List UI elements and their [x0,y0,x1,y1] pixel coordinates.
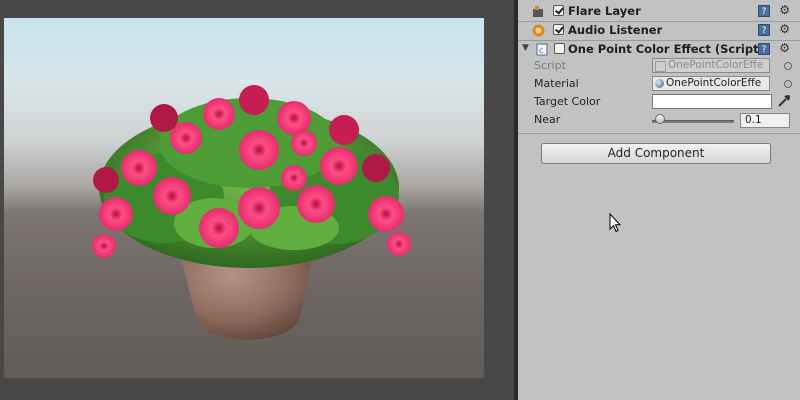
component-title: One Point Color Effect (Script) [568,42,764,56]
script-file-icon [655,61,666,72]
gear-icon[interactable]: ⚙ [779,41,790,55]
divider [518,133,800,134]
component-title: Flare Layer [568,4,641,18]
audio-listener-icon [532,24,545,37]
fold-arrow-icon[interactable]: ▼ [522,43,529,53]
scene-view-panel [0,0,516,400]
svg-text:c: c [539,46,543,55]
flare-layer-enabled-checkbox[interactable] [553,5,564,16]
near-label: Near [534,113,561,126]
script-label: Script [534,59,566,72]
audio-listener-enabled-checkbox[interactable] [553,24,564,35]
game-viewport[interactable] [4,18,484,378]
near-value-field[interactable]: 0.1 [740,113,790,128]
add-component-button[interactable]: Add Component [541,143,771,164]
component-one-point-color-effect[interactable]: ▼ c One Point Color Effect (Script) ? ⚙ [518,40,800,59]
target-color-swatch[interactable] [652,94,772,109]
flower-pot-render [92,85,411,340]
gear-icon[interactable]: ⚙ [779,22,790,36]
one-point-color-effect-enabled-checkbox[interactable] [554,43,565,54]
mouse-cursor-icon [609,213,621,233]
component-audio-listener[interactable]: Audio Listener ? ⚙ [518,21,800,41]
eyedropper-icon[interactable] [776,93,792,109]
script-icon: c [536,43,548,56]
script-field[interactable]: OnePointColorEffe [652,58,770,73]
gear-icon[interactable]: ⚙ [779,3,790,17]
object-picker-icon[interactable] [784,80,792,88]
object-picker-icon[interactable] [784,62,792,70]
component-title: Audio Listener [568,23,663,37]
material-field[interactable]: OnePointColorEffe [652,76,770,91]
inspector-panel: Flare Layer ? ⚙ Audio Listener ? ⚙ ▼ c O… [518,0,800,400]
target-color-label: Target Color [534,95,601,108]
component-flare-layer[interactable]: Flare Layer ? ⚙ [518,2,800,22]
help-icon[interactable]: ? [758,5,770,17]
material-sphere-icon [655,79,664,88]
material-label: Material [534,77,579,90]
help-icon[interactable]: ? [758,43,770,55]
help-icon[interactable]: ? [758,24,770,36]
flare-layer-icon [533,6,543,17]
